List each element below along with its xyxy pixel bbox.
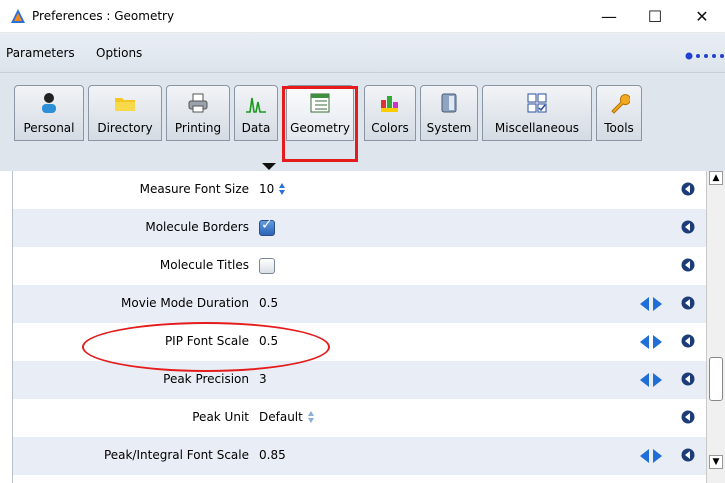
miscellaneous-icon — [527, 93, 547, 113]
tab-label: System — [426, 121, 472, 135]
tab-colors[interactable]: Colors — [364, 85, 416, 141]
scroll-up-arrow-icon[interactable]: ▲ — [709, 171, 723, 185]
setting-label: Molecule Borders — [145, 220, 249, 234]
spectrum-icon — [246, 97, 266, 113]
reset-arrow-icon[interactable] — [681, 372, 695, 386]
tab-label: Personal — [23, 121, 75, 135]
tab-label: Data — [241, 121, 271, 135]
folder-icon — [115, 98, 135, 111]
title-bar: Preferences : Geometry — ☐ ✕ — [0, 0, 725, 33]
tab-personal[interactable]: Personal — [14, 85, 84, 141]
left-right-adjust-icon[interactable] — [640, 335, 662, 349]
activity-indicator-icon — [685, 52, 724, 60]
reset-arrow-icon[interactable] — [681, 296, 695, 310]
preferences-tab-bar: Personal Directory Printing Data Geometr… — [0, 73, 725, 163]
setting-row-molecule-titles: Molecule Titles — [13, 247, 707, 285]
setting-label: Movie Mode Duration — [121, 296, 249, 310]
tab-printing[interactable]: Printing — [166, 85, 230, 141]
setting-value[interactable]: 3 — [259, 372, 267, 386]
setting-value[interactable]: 10 — [259, 182, 286, 196]
scrollbar-thumb[interactable] — [709, 357, 723, 401]
tab-data[interactable]: Data — [234, 85, 278, 141]
setting-label: Molecule Titles — [159, 258, 249, 272]
setting-row-peak-precision: Peak Precision 3 — [13, 361, 707, 399]
setting-row-molecule-borders: Molecule Borders ✓ — [13, 209, 707, 247]
menu-parameters[interactable]: Parameters — [6, 46, 75, 60]
molecule-borders-checkbox[interactable]: ✓ — [259, 217, 275, 236]
person-icon — [42, 93, 56, 113]
setting-row-peak-unit: Peak Unit Default — [13, 399, 707, 437]
colors-icon — [381, 96, 398, 112]
wrench-icon — [611, 94, 630, 114]
reset-arrow-icon[interactable] — [681, 258, 695, 272]
app-icon — [11, 9, 25, 23]
setting-value[interactable] — [259, 258, 275, 274]
reset-arrow-icon[interactable] — [681, 334, 695, 348]
tab-label: Miscellaneous — [494, 121, 580, 135]
setting-label: Measure Font Size — [139, 182, 249, 196]
setting-value-text: Default — [259, 410, 303, 424]
tab-system[interactable]: System — [420, 85, 478, 141]
window-title: Preferences : Geometry — [32, 9, 175, 23]
scroll-down-arrow-icon[interactable]: ▼ — [709, 455, 723, 469]
setting-value[interactable]: 0.85 — [259, 448, 286, 462]
setting-value-text: 10 — [259, 182, 275, 196]
tab-label: Printing — [174, 121, 222, 135]
left-right-adjust-icon[interactable] — [640, 297, 662, 311]
setting-label: Peak Precision — [163, 372, 249, 386]
setting-value[interactable]: Default — [259, 410, 315, 424]
pip-font-scale-annotation-ellipse — [82, 322, 330, 372]
content-header-strip — [0, 163, 725, 171]
geometry-tab-highlight — [282, 86, 358, 162]
setting-value[interactable]: ✓ — [259, 217, 275, 236]
setting-row-measure-font-size: Measure Font Size 10 — [13, 171, 707, 209]
setting-row-movie-mode-duration: Movie Mode Duration 0.5 — [13, 285, 707, 323]
setting-label: Peak/Integral Font Scale — [103, 448, 249, 462]
menu-bar: Parameters Options — [0, 33, 725, 73]
reset-arrow-icon[interactable] — [681, 182, 695, 196]
minimize-button[interactable]: — — [586, 0, 632, 32]
dropdown-arrows-icon[interactable] — [307, 410, 315, 424]
tab-directory[interactable]: Directory — [88, 85, 162, 141]
tab-miscellaneous[interactable]: Miscellaneous — [482, 85, 592, 141]
close-button[interactable]: ✕ — [679, 0, 725, 32]
vertical-scrollbar[interactable]: ▲ ▼ — [706, 171, 725, 483]
system-icon — [441, 93, 457, 113]
spinner-arrows-icon[interactable] — [278, 182, 286, 196]
setting-label: Peak Unit — [192, 410, 249, 424]
setting-value[interactable]: 0.5 — [259, 296, 278, 310]
setting-row-peak-integral-font-scale: Peak/Integral Font Scale 0.85 — [13, 437, 707, 475]
left-right-adjust-icon[interactable] — [640, 449, 662, 463]
menu-options[interactable]: Options — [96, 46, 142, 60]
tab-label: Colors — [371, 121, 409, 135]
reset-arrow-icon[interactable] — [681, 220, 695, 234]
settings-list: Measure Font Size 10 Molecule Borders ✓ … — [12, 171, 707, 483]
tab-tools[interactable]: Tools — [596, 85, 642, 141]
tab-label: Directory — [97, 121, 153, 135]
reset-arrow-icon[interactable] — [681, 448, 695, 462]
reset-arrow-icon[interactable] — [681, 410, 695, 424]
molecule-titles-checkbox[interactable] — [259, 258, 275, 274]
maximize-button[interactable]: ☐ — [632, 0, 678, 32]
tab-label: Tools — [604, 121, 634, 135]
selected-tab-caret-icon — [262, 163, 276, 170]
left-right-adjust-icon[interactable] — [640, 373, 662, 387]
printer-icon — [188, 93, 208, 113]
